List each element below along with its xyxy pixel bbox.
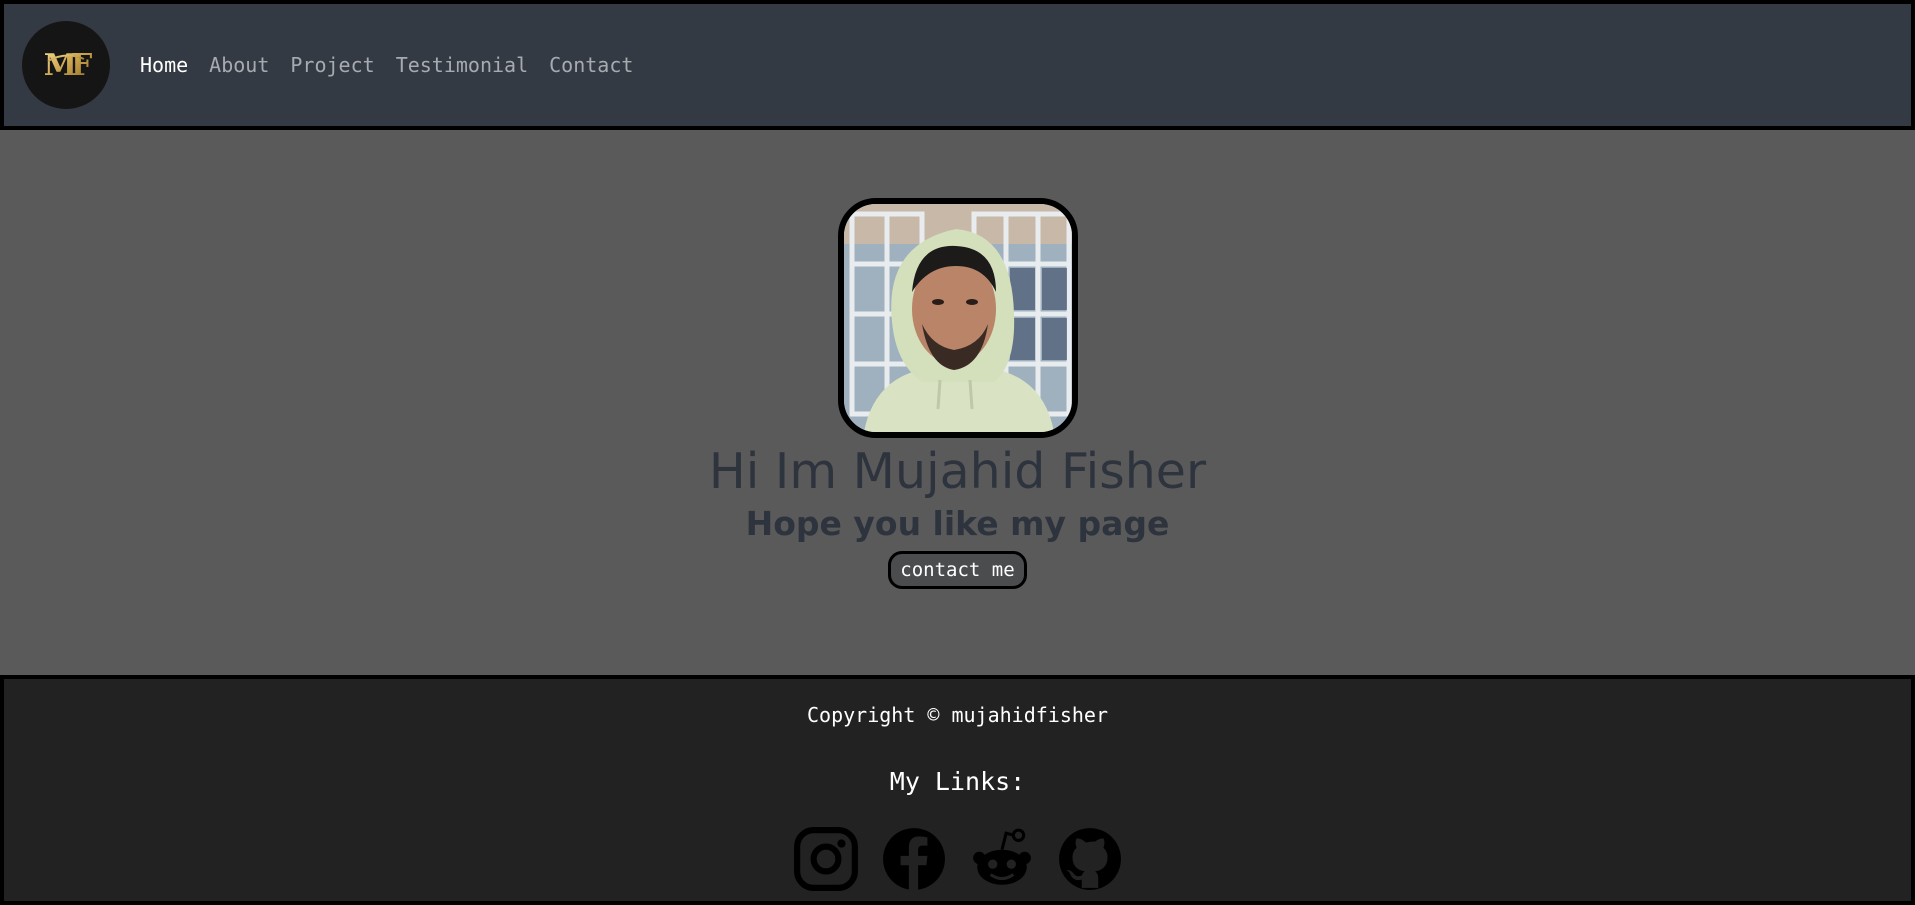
contact-me-button[interactable]: contact me	[888, 551, 1027, 589]
logo[interactable]: MF	[22, 21, 110, 109]
instagram-icon[interactable]	[793, 826, 859, 892]
hero-subtitle: Hope you like my page	[745, 504, 1170, 543]
copyright-text: Copyright © mujahidfisher	[806, 703, 1109, 727]
facebook-icon[interactable]	[881, 826, 947, 892]
reddit-icon[interactable]	[969, 826, 1035, 892]
nav-link-contact[interactable]: Contact	[549, 53, 633, 77]
svg-text:MF: MF	[44, 48, 92, 83]
github-icon[interactable]	[1057, 826, 1123, 892]
footer: Copyright © mujahidfisher My Links:	[0, 675, 1915, 905]
navbar: MF Home About Project Testimonial Contac…	[0, 0, 1915, 130]
nav-link-project[interactable]: Project	[290, 53, 374, 77]
hero-title: Hi Im Mujahid Fisher	[708, 443, 1207, 500]
profile-photo-illustration	[843, 204, 1072, 432]
social-links	[793, 826, 1123, 892]
nav-links: Home About Project Testimonial Contact	[140, 53, 633, 77]
nav-link-about[interactable]: About	[209, 53, 269, 77]
mf-monogram-logo-icon: MF	[44, 48, 94, 83]
nav-link-home[interactable]: Home	[140, 53, 188, 77]
links-title: My Links:	[889, 767, 1026, 796]
nav-link-testimonial[interactable]: Testimonial	[396, 53, 528, 77]
profile-photo	[837, 198, 1078, 438]
hero-section: Hi Im Mujahid Fisher Hope you like my pa…	[0, 130, 1915, 675]
